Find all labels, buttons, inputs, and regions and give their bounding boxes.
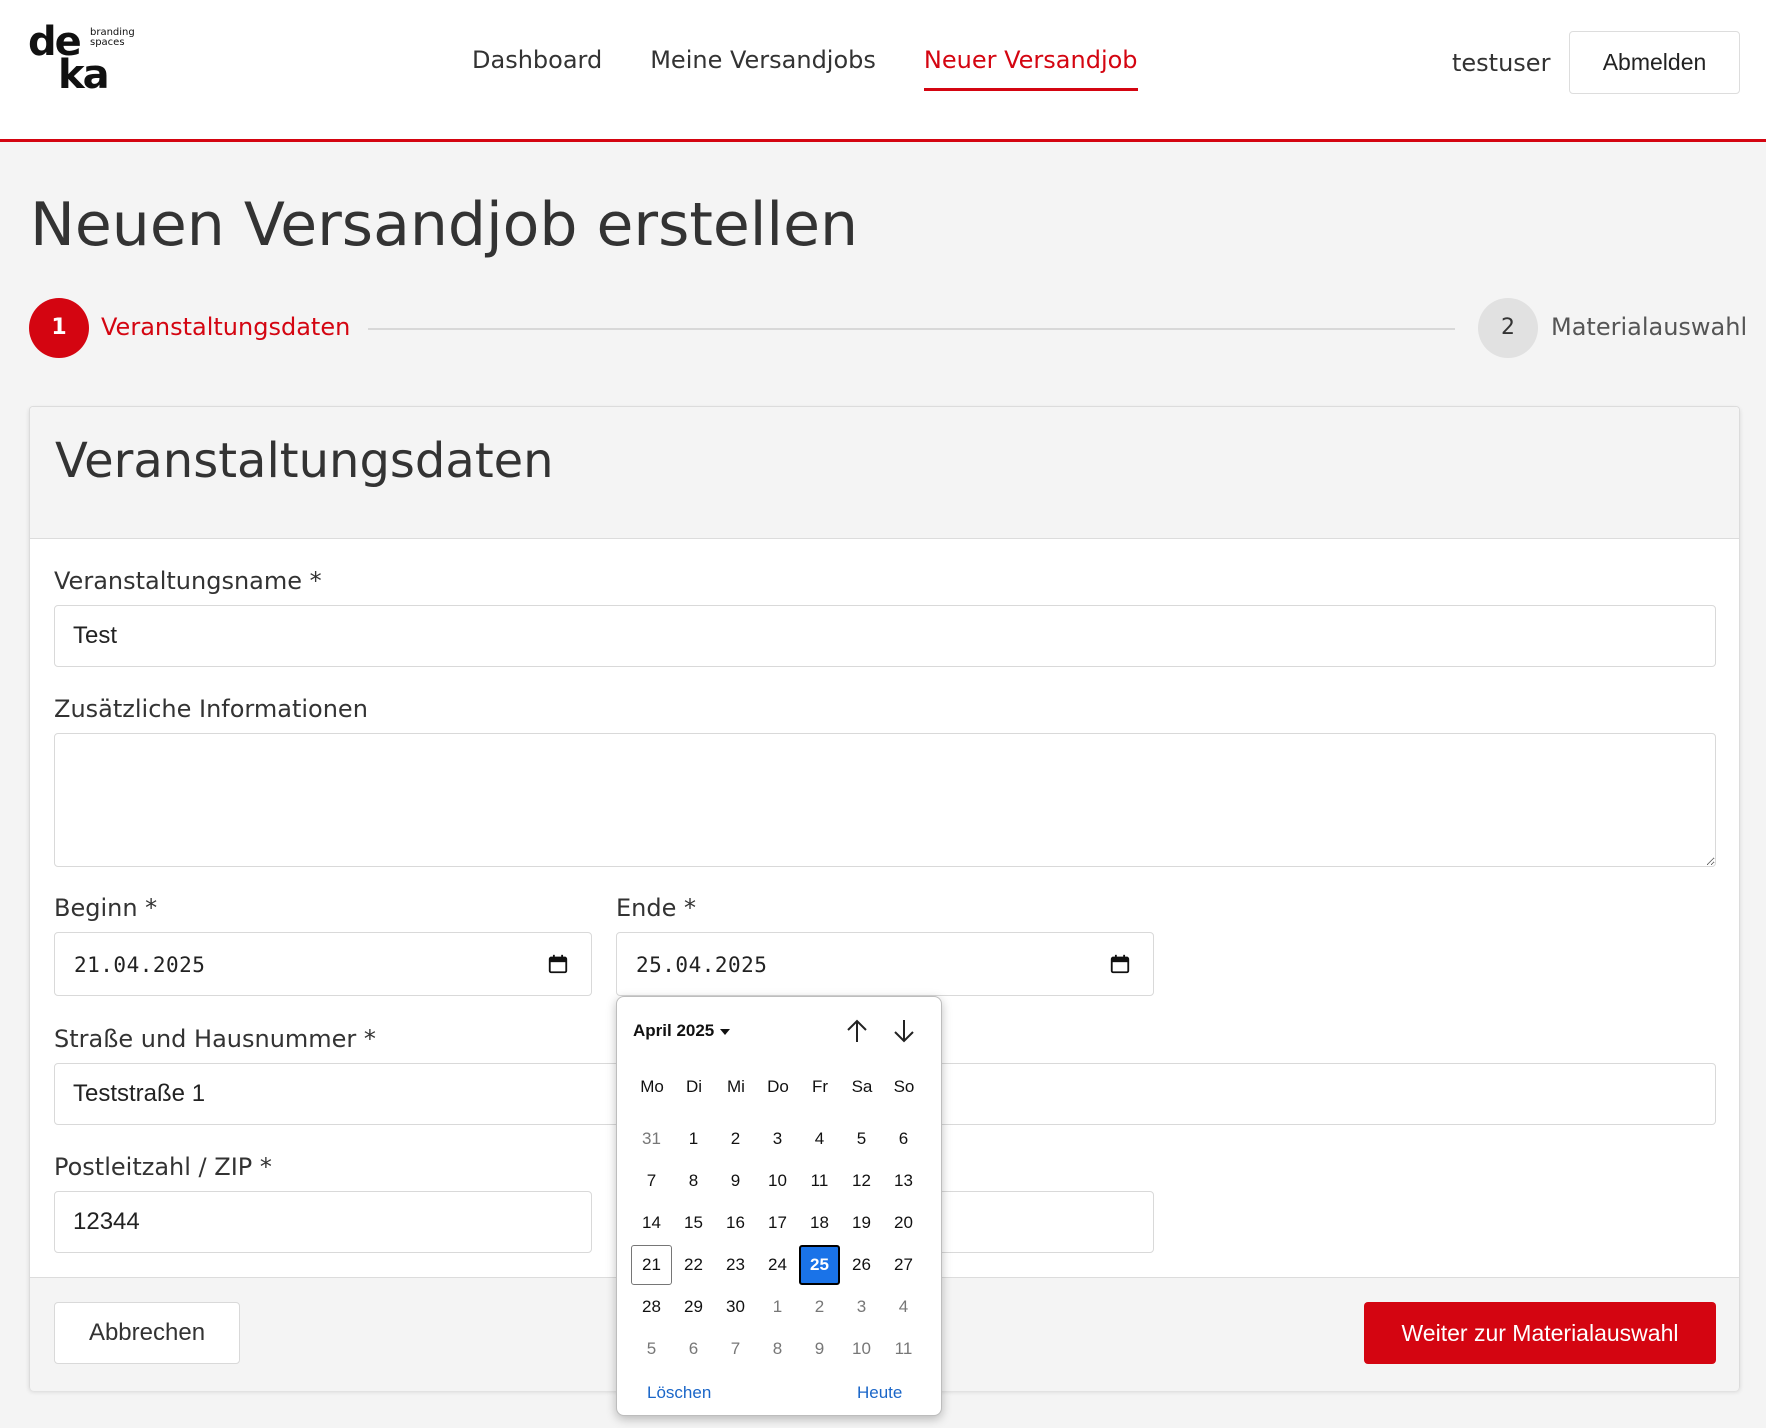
month-year-label: April 2025 [633,1021,715,1040]
additional-info-textarea[interactable] [54,733,1716,867]
begin-date-value: 21.04.2025 [74,953,206,977]
weekday-do: Do [767,1077,789,1096]
calendar-day[interactable]: 7 [715,1329,756,1369]
cancel-button[interactable]: Abbrechen [54,1302,240,1364]
arrow-down-icon[interactable] [890,1017,918,1045]
clear-date-button[interactable]: Löschen [647,1383,711,1403]
logo-subtitle: branding spaces [90,28,135,48]
calendar-day[interactable]: 29 [673,1287,714,1327]
stepper-connector [368,328,1455,330]
today-button[interactable]: Heute [857,1383,902,1403]
calendar-day[interactable]: 26 [841,1245,882,1285]
next-to-material-button[interactable]: Weiter zur Materialauswahl [1364,1302,1716,1364]
nav-item-my-shipping-jobs[interactable]: Meine Versandjobs [650,46,876,91]
calendar-day[interactable]: 28 [631,1287,672,1327]
calendar-day[interactable]: 27 [883,1245,924,1285]
calendar-day[interactable]: 6 [673,1329,714,1369]
step-2-label: Materialauswahl [1551,313,1748,341]
additional-info-label: Zusätzliche Informationen [54,695,368,723]
logout-button[interactable]: Abmelden [1569,31,1740,94]
weekday-fr: Fr [811,1077,829,1096]
card-title: Veranstaltungsdaten [55,433,554,489]
calendar-day[interactable]: 1 [673,1119,714,1159]
zip-label: Postleitzahl / ZIP * [54,1153,272,1181]
step-2-number: 2 [1478,298,1538,358]
calendar-day[interactable]: 6 [883,1119,924,1159]
calendar-day[interactable]: 14 [631,1203,672,1243]
calendar-day[interactable]: 18 [799,1203,840,1243]
logo-sub-2: spaces [90,37,125,48]
calendar-day[interactable]: 9 [799,1329,840,1369]
zip-input[interactable] [54,1191,592,1253]
nav-item-new-shipping-job[interactable]: Neuer Versandjob [923,46,1138,91]
calendar-day[interactable]: 13 [883,1161,924,1201]
calendar-icon[interactable] [1109,953,1131,975]
calendar-day[interactable]: 16 [715,1203,756,1243]
calendar-day[interactable]: 24 [757,1245,798,1285]
calendar-day[interactable]: 1 [757,1287,798,1327]
date-picker-popup: April 2025 Mo Di Mi Do Fr Sa So 31 1 2 3 4 5 6 7 8 9 10 1… [616,996,942,1416]
calendar-day[interactable]: 8 [757,1329,798,1369]
calendar-day[interactable]: 5 [841,1119,882,1159]
page-title: Neuen Versandjob erstellen [30,190,859,260]
calendar-day[interactable]: 2 [799,1287,840,1327]
username: testuser [1452,49,1551,77]
calendar-day[interactable]: 10 [757,1161,798,1201]
app-header: de ka branding spaces Dashboard Meine Ve… [0,0,1766,142]
street-label: Straße und Hausnummer * [54,1025,376,1053]
end-label: Ende * [616,894,697,922]
weekday-sa: Sa [851,1077,873,1096]
calendar-icon[interactable] [547,953,569,975]
weekday-mi: Mi [727,1077,745,1096]
calendar-day[interactable]: 17 [757,1203,798,1243]
weekday-di: Di [685,1077,703,1096]
calendar-day[interactable]: 31 [631,1119,672,1159]
calendar-day[interactable]: 8 [673,1161,714,1201]
weekday-so: So [893,1077,915,1096]
calendar-day[interactable]: 2 [715,1119,756,1159]
calendar-day[interactable]: 12 [841,1161,882,1201]
calendar-day[interactable]: 9 [715,1161,756,1201]
calendar-day[interactable]: 11 [799,1161,840,1201]
month-year-selector[interactable]: April 2025 [633,1021,731,1041]
calendar-day[interactable]: 23 [715,1245,756,1285]
begin-label: Beginn * [54,894,158,922]
begin-date-input[interactable]: 21.04.2025 [54,932,592,996]
card-header: Veranstaltungsdaten [30,407,1739,539]
event-name-input[interactable] [54,605,1716,667]
end-date-input[interactable]: 25.04.2025 [616,932,1154,996]
calendar-day[interactable]: 19 [841,1203,882,1243]
step-1-label: Veranstaltungsdaten [101,313,351,341]
step-1-number: 1 [29,298,89,358]
nav-item-dashboard[interactable]: Dashboard [472,46,602,91]
calendar-day[interactable]: 22 [673,1245,714,1285]
end-date-value: 25.04.2025 [636,953,768,977]
calendar-day[interactable]: 3 [841,1287,882,1327]
calendar-day[interactable]: 3 [757,1119,798,1159]
calendar-day[interactable]: 7 [631,1161,672,1201]
weekday-mo: Mo [640,1077,664,1096]
calendar-day[interactable]: 5 [631,1329,672,1369]
calendar-day[interactable]: 4 [799,1119,840,1159]
calendar-day[interactable]: 20 [883,1203,924,1243]
calendar-day[interactable]: 30 [715,1287,756,1327]
deka-logo[interactable]: de ka branding spaces [28,22,148,96]
calendar-day[interactable]: 10 [841,1329,882,1369]
main-nav: Dashboard Meine Versandjobs Neuer Versan… [472,46,1186,91]
calendar-day[interactable]: 21 [631,1245,672,1285]
calendar-day[interactable]: 11 [883,1329,924,1369]
caret-down-icon [720,1028,731,1035]
calendar-day[interactable]: 4 [883,1287,924,1327]
calendar-day[interactable]: 25 [799,1245,840,1285]
arrow-up-icon[interactable] [843,1017,871,1045]
event-name-label: Veranstaltungsname * [54,567,322,595]
calendar-day[interactable]: 15 [673,1203,714,1243]
